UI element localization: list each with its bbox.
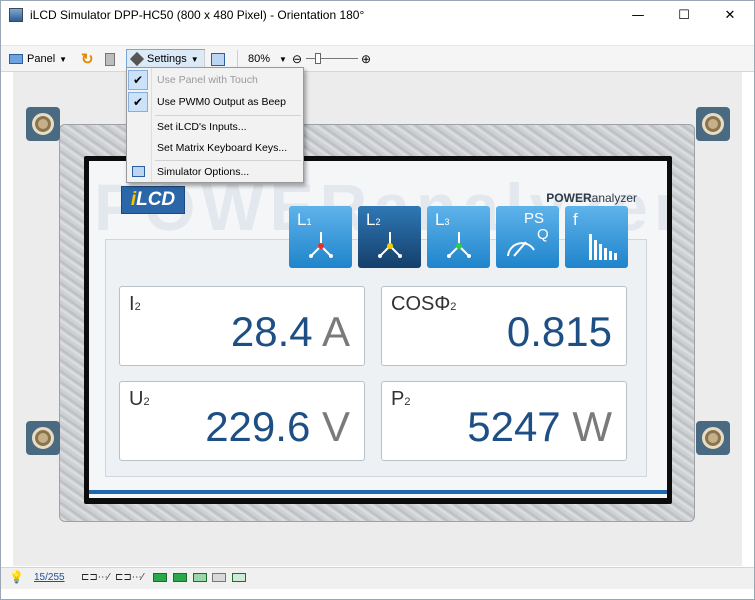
io-port-1-icon: ⊏⊐⋯∕ xyxy=(115,572,144,583)
zoom-slider[interactable] xyxy=(306,49,358,69)
copy-button[interactable] xyxy=(211,49,225,69)
mode-button-l3[interactable]: L3 xyxy=(427,206,490,268)
zoom-dropdown[interactable]: ▼ xyxy=(279,49,287,69)
device-panel: POWERanalyzer iLCD POWERanalyzer L1 L2 xyxy=(26,107,730,522)
copy-icon xyxy=(211,52,225,66)
screen-bezel: POWERanalyzer iLCD POWERanalyzer L1 L2 xyxy=(84,156,672,504)
lcd-screen[interactable]: POWERanalyzer iLCD POWERanalyzer L1 L2 xyxy=(89,161,667,498)
app-icon xyxy=(9,8,23,22)
phase-l3-icon xyxy=(447,232,471,258)
mount-tab xyxy=(26,421,60,455)
menu-item-set-ilcd-inputs[interactable]: Set iLCD's Inputs... xyxy=(127,116,303,138)
menu-item-use-pwm0-beep[interactable]: ✔ Use PWM0 Output as Beep xyxy=(127,91,303,113)
zoom-value: 80% xyxy=(248,53,271,65)
checkmark-icon: ✔ xyxy=(128,70,148,90)
window-title: iLCD Simulator DPP-HC50 (800 x 480 Pixel… xyxy=(30,8,365,22)
title-bar: iLCD Simulator DPP-HC50 (800 x 480 Pixel… xyxy=(1,1,754,29)
reload-button[interactable]: ↻ xyxy=(81,49,94,69)
status-bar: 💡 15/255 ⊏⊐⋯∕ ⊏⊐⋯∕ xyxy=(1,567,754,589)
zoom-in-button[interactable]: ⊕ xyxy=(361,49,371,69)
simulator-options-icon xyxy=(132,166,145,177)
panel-menu-button[interactable]: Panel ▼ xyxy=(9,49,67,69)
mount-tab xyxy=(696,107,730,141)
chevron-down-icon: ▼ xyxy=(59,54,68,64)
settings-icon xyxy=(129,51,145,67)
zoom-in-icon: ⊕ xyxy=(361,52,372,66)
mode-button-l2[interactable]: L2 xyxy=(358,206,421,268)
phase-l1-icon xyxy=(309,232,333,258)
brightness-counter[interactable]: 15/255 xyxy=(34,572,65,583)
toolbar-separator xyxy=(237,50,238,68)
reading-power: P2 5247 W xyxy=(381,381,627,461)
settings-dropdown-menu: ✔ Use Panel with Touch ✔ Use PWM0 Output… xyxy=(126,67,304,183)
io-port-0-icon: ⊏⊐⋯∕ xyxy=(81,572,110,583)
chevron-down-icon: ▼ xyxy=(190,54,199,64)
lightbulb-icon: 💡 xyxy=(9,570,24,584)
screen-bottom-bar xyxy=(89,490,667,494)
brand-title: POWERanalyzer xyxy=(546,191,637,205)
zoom-out-button[interactable]: ⊖ xyxy=(292,49,302,69)
reading-voltage: U2 229.6 V xyxy=(119,381,365,461)
reading-current: I2 28.4 A xyxy=(119,286,365,366)
ilcd-logo: i LCD xyxy=(121,186,185,214)
simulator-canvas: POWERanalyzer iLCD POWERanalyzer L1 L2 xyxy=(13,72,742,566)
mount-tab xyxy=(26,107,60,141)
led-indicators xyxy=(153,573,247,585)
checkmark-icon: ✔ xyxy=(128,92,148,112)
simulator-window: iLCD Simulator DPP-HC50 (800 x 480 Pixel… xyxy=(0,0,755,600)
mount-tab xyxy=(696,421,730,455)
minimize-button[interactable]: — xyxy=(615,1,661,29)
panel-label: Panel xyxy=(27,53,56,65)
zoom-slider-track xyxy=(306,58,358,59)
gauge-icon xyxy=(507,241,535,257)
zoom-out-icon: ⊖ xyxy=(292,52,303,66)
settings-menu-button[interactable]: Settings ▼ xyxy=(126,49,205,69)
panel-icon xyxy=(9,54,23,64)
reading-power-factor: COSΦ2 0.815 xyxy=(381,286,627,366)
mode-button-frequency[interactable]: f xyxy=(565,206,628,268)
mode-button-psq[interactable]: PS Q xyxy=(496,206,559,268)
menu-item-use-panel-with-touch[interactable]: ✔ Use Panel with Touch xyxy=(127,69,303,91)
settings-label: Settings xyxy=(147,53,187,65)
menu-item-simulator-options[interactable]: Simulator Options... xyxy=(127,161,303,183)
toolbar-separator xyxy=(204,50,205,68)
reload-icon: ↻ xyxy=(81,51,94,68)
toolbar: Panel ▼ ↻ Settings ▼ 80% ▼ ⊖ ⊕ xyxy=(1,45,754,72)
phase-l2-icon xyxy=(378,232,402,258)
spectrum-icon xyxy=(589,234,617,260)
maximize-button[interactable]: ☐ xyxy=(661,1,707,29)
zoom-slider-thumb[interactable] xyxy=(315,53,321,64)
menu-item-set-matrix-keyboard-keys[interactable]: Set Matrix Keyboard Keys... xyxy=(127,137,303,159)
mode-button-l1[interactable]: L1 xyxy=(289,206,352,268)
delete-button[interactable] xyxy=(105,49,115,69)
chevron-down-icon: ▼ xyxy=(279,54,287,64)
close-button[interactable]: ✕ xyxy=(707,1,753,29)
trash-icon xyxy=(105,52,115,66)
